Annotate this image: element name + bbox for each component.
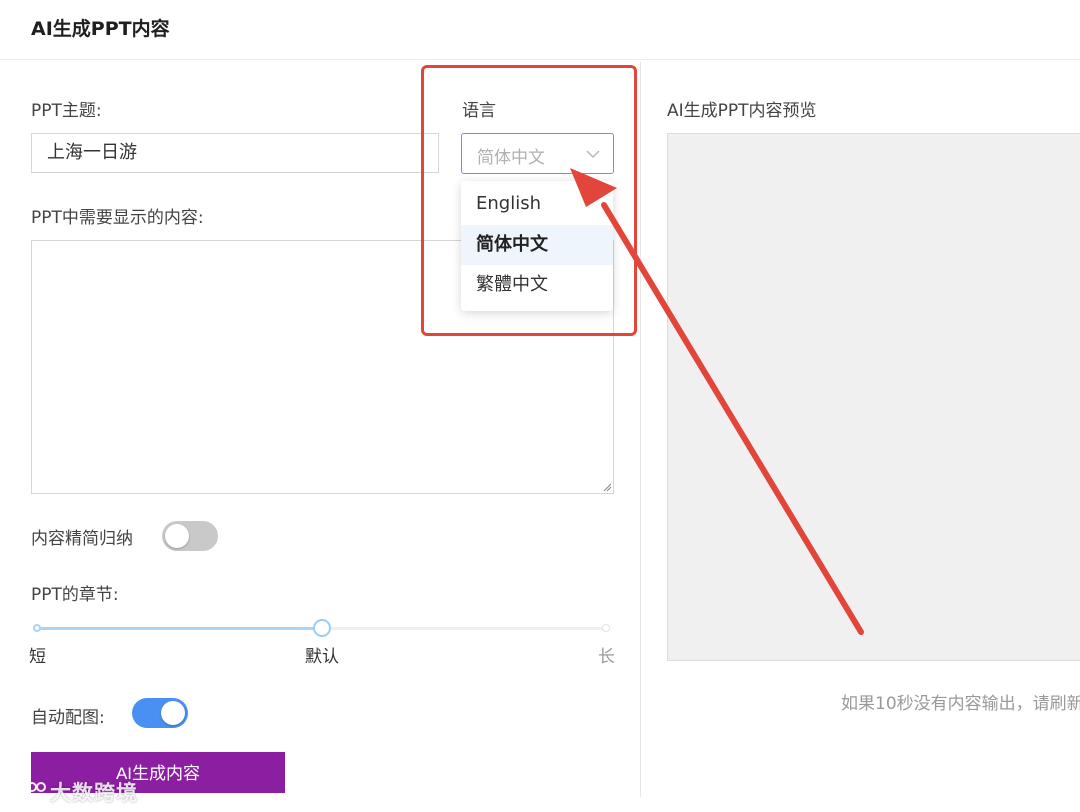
auto-image-label: 自动配图:	[31, 708, 105, 728]
tick-default: 默认	[305, 647, 339, 667]
resize-grip-icon[interactable]	[602, 482, 612, 492]
summarize-label: 内容精简归纳	[31, 529, 133, 549]
tick-short: 短	[29, 647, 46, 667]
auto-image-toggle[interactable]	[132, 698, 188, 728]
page-title: AI生成PPT内容	[31, 18, 170, 40]
preview-hint: 如果10秒没有内容输出，请刷新	[841, 694, 1080, 714]
topic-label: PPT主题:	[31, 101, 102, 121]
tick-long: 长	[598, 647, 615, 667]
slider-stop-short[interactable]	[33, 624, 41, 632]
sections-label: PPT的章节:	[31, 585, 119, 605]
toggle-knob	[165, 524, 189, 548]
page-header: AI生成PPT内容	[0, 0, 1080, 60]
toggle-knob	[161, 701, 185, 725]
slider-stop-long[interactable]	[602, 624, 610, 632]
sections-slider-handle[interactable]	[313, 619, 331, 637]
highlight-box	[421, 65, 637, 336]
preview-area	[667, 133, 1080, 661]
watermark-logo-icon	[8, 781, 46, 801]
sections-slider-fill	[37, 627, 322, 630]
watermark-text: 大数跨境	[50, 781, 138, 805]
preview-title: AI生成PPT内容预览	[667, 101, 817, 121]
panel-divider	[640, 62, 641, 797]
content-label: PPT中需要显示的内容:	[31, 208, 204, 228]
summarize-toggle[interactable]	[162, 521, 218, 551]
topic-input[interactable]: 上海一日游	[31, 133, 439, 173]
